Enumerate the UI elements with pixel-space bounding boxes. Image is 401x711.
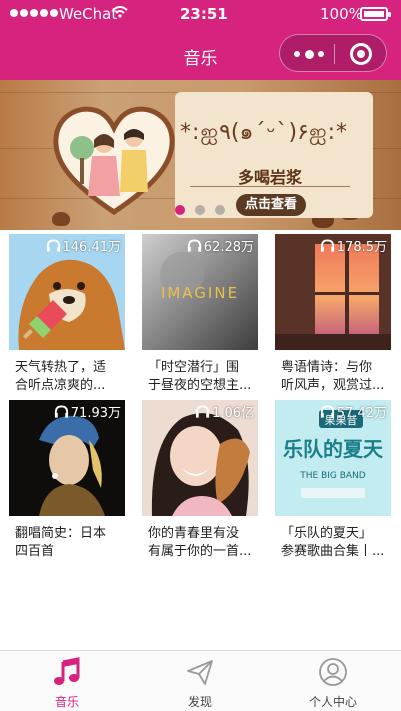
playlist-title: 粤语情诗：与你 听风声，观赏过... <box>275 359 391 395</box>
playlist-title: 「乐队的夏天」 参赛歌曲合集丨... <box>275 525 391 561</box>
playlist-title-line: 四百首 <box>15 544 55 559</box>
tab-label: 发现 <box>187 695 212 709</box>
user-circle-icon <box>319 658 347 686</box>
playlist-title-line: 听风声，观赏过... <box>281 378 385 393</box>
play-count-value: 62.28万 <box>203 240 254 255</box>
playlist-cover: 71.93万 <box>9 400 125 516</box>
playlist-cover: 果果昔 乐队的夏天 THE BIG BAND 57.42万 <box>275 400 391 516</box>
playlist-title-line: 「时空潜行」围 <box>148 360 240 375</box>
tab-profile[interactable]: 个人中心 <box>283 657 383 710</box>
status-bar: WeChat 23:51 100% <box>0 0 401 30</box>
playlist-title: 你的青春里有没 有属于你的一首... <box>142 525 258 561</box>
play-count-value: 57.42万 <box>336 406 387 421</box>
band-sub-text: THE BIG BAND <box>299 471 366 481</box>
band-title-text: 乐队的夏天 <box>283 437 384 461</box>
headphones-icon <box>320 238 334 252</box>
top-bar: WeChat 23:51 100% 音乐 <box>0 0 401 80</box>
playlist-title: 天气转热了，适 合听点凉爽的... <box>9 359 125 395</box>
banner-kaomoji: *:ஐ٩(๑´ᵕ`)۶ஐ:* <box>180 120 349 145</box>
playlist-title: 「时空潜行」围 于昼夜的空想主... <box>142 359 258 395</box>
wifi-icon <box>112 6 128 18</box>
status-time: 23:51 <box>180 5 228 23</box>
playlist-card[interactable]: 71.93万 翻唱简史：日本 四百首 <box>9 400 125 561</box>
battery-percent: 100% <box>320 5 363 23</box>
playlist-card[interactable]: 果果昔 乐队的夏天 THE BIG BAND 57.42万 「乐队的夏天」 参赛… <box>275 400 391 561</box>
promo-banner[interactable]: *:ஐ٩(๑´ᵕ`)۶ஐ:* 多喝岩浆 点击查看 <box>0 80 401 230</box>
play-count: 146.41万 <box>46 236 122 255</box>
play-count: 57.42万 <box>320 402 387 421</box>
playlist-card[interactable]: IMAGINE 62.28万 「时空潜行」围 于昼夜的空想主... <box>142 234 258 395</box>
playlist-card[interactable]: 146.41万 天气转热了，适 合听点凉爽的... <box>9 234 125 395</box>
banner-dot[interactable] <box>215 205 225 215</box>
playlist-title-line: 天气转热了，适 <box>15 360 107 375</box>
headphones-icon <box>187 238 201 252</box>
playlist-title-line: 有属于你的一首... <box>148 544 252 559</box>
play-count-value: 178.5万 <box>336 240 387 255</box>
banner-divider <box>190 186 350 187</box>
playlist-title-line: 你的青春里有没 <box>148 526 240 541</box>
music-note-icon <box>54 657 80 685</box>
tab-music[interactable]: 音乐 <box>17 657 117 710</box>
tab-discover[interactable]: 发现 <box>150 657 250 710</box>
play-count: 71.93万 <box>54 402 121 421</box>
play-count: 178.5万 <box>320 236 387 255</box>
play-count: 62.28万 <box>187 236 254 255</box>
banner-cta-button[interactable]: 点击查看 <box>236 194 306 216</box>
playlist-cover: 146.41万 <box>9 234 125 350</box>
signal-strength-icon <box>10 9 58 17</box>
playlist-title-line: 合听点凉爽的... <box>15 378 106 393</box>
more-options-button[interactable] <box>294 48 324 60</box>
banner-slogan: 多喝岩浆 <box>238 168 303 187</box>
play-count: 1.06亿 <box>195 402 254 421</box>
banner-dot[interactable] <box>195 205 205 215</box>
playlist-title-line: 参赛歌曲合集丨... <box>281 544 385 559</box>
headphones-icon <box>46 238 60 252</box>
playlist-card[interactable]: 178.5万 粤语情诗：与你 听风声，观赏过... <box>275 234 391 395</box>
capsule-divider <box>334 44 335 64</box>
banner-dot[interactable] <box>175 205 185 215</box>
headphones-icon <box>54 404 68 418</box>
banner-pagination <box>175 205 225 215</box>
mini-program-capsule <box>279 34 387 72</box>
playlist-title-line: 「乐队的夏天」 <box>281 526 373 541</box>
playlist-title-line: 翻唱简史：日本 <box>15 526 107 541</box>
playlist-title: 翻唱简史：日本 四百首 <box>9 525 125 561</box>
playlist-cover: 178.5万 <box>275 234 391 350</box>
playlist-cover: IMAGINE 62.28万 <box>142 234 258 350</box>
playlist-cover: 1.06亿 <box>142 400 258 516</box>
couple-illustration <box>53 106 175 216</box>
play-count-value: 146.41万 <box>62 240 122 255</box>
carrier-label: WeChat <box>59 5 118 23</box>
more-icon <box>294 51 300 57</box>
headphones-icon <box>195 404 210 418</box>
bottom-tab-bar: 音乐 发现 个人中心 <box>0 650 401 711</box>
imagine-text: IMAGINE <box>161 284 239 302</box>
playlist-title-line: 粤语情诗：与你 <box>281 360 373 375</box>
paper-plane-icon <box>187 660 213 685</box>
close-mini-program-button[interactable] <box>350 43 372 65</box>
tab-label: 个人中心 <box>308 695 357 709</box>
play-count-value: 1.06亿 <box>212 406 254 421</box>
playlist-title-line: 于昼夜的空想主... <box>148 378 252 393</box>
headphones-icon <box>320 404 334 418</box>
battery-icon <box>360 7 391 21</box>
tab-label: 音乐 <box>54 695 79 709</box>
play-count-value: 71.93万 <box>70 406 121 421</box>
playlist-card[interactable]: 1.06亿 你的青春里有没 有属于你的一首... <box>142 400 258 561</box>
